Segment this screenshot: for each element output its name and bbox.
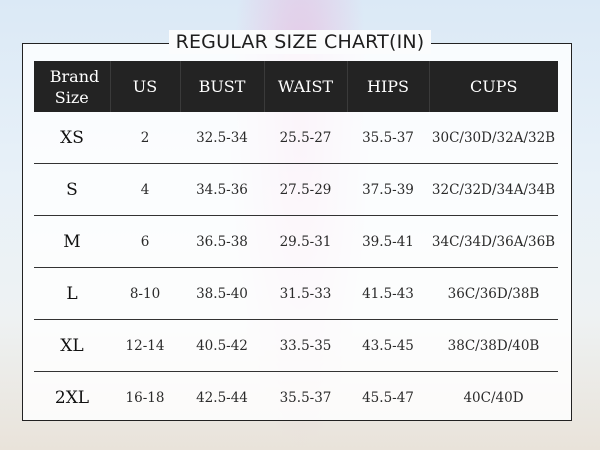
us-cell: 8-10 <box>110 267 180 320</box>
size-cell: XL <box>34 319 110 372</box>
us-cell: 16-18 <box>125 389 165 406</box>
header-row: Brand Size US BUST WAIST HIPS CUPS <box>34 61 558 112</box>
table-row: L 8-10 38.5-40 31.5-33 41.5-43 36C/36D/3… <box>34 267 558 320</box>
waist-cell: 31.5-33 <box>264 267 347 320</box>
waist-cell: 27.5-29 <box>264 163 347 216</box>
table-row: XS 2 32.5-34 25.5-27 35.5-37 30C/30D/32A… <box>34 112 558 164</box>
header-waist: WAIST <box>263 61 347 112</box>
waist-cell: 35.5-37 <box>279 389 332 406</box>
cups-cell: 32C/32D/34A/34B <box>429 163 558 216</box>
cups-cell: 40C/40D <box>463 389 524 406</box>
header-hips: HIPS <box>346 61 429 112</box>
hips-cell: 43.5-45 <box>347 319 429 372</box>
waist-cell: 33.5-35 <box>264 319 347 372</box>
header-bust: BUST <box>179 61 264 112</box>
hips-cell: 41.5-43 <box>347 267 429 320</box>
hips-cell: 37.5-39 <box>347 163 429 216</box>
table-row: XL 12-14 40.5-42 33.5-35 43.5-45 38C/38D… <box>34 319 558 372</box>
bust-cell: 36.5-38 <box>180 215 264 268</box>
table-row: M 6 36.5-38 29.5-31 39.5-41 34C/34D/36A/… <box>34 215 558 268</box>
size-cell: S <box>34 163 110 216</box>
title-wrap: REGULAR SIZE CHART(IN) <box>0 30 600 54</box>
size-cell: L <box>34 267 110 320</box>
waist-cell: 25.5-27 <box>264 112 347 164</box>
header-brand-size-label: Brand Size <box>49 66 100 107</box>
cups-cell: 36C/36D/38B <box>429 267 558 320</box>
size-cell: 2XL <box>54 387 90 408</box>
cups-cell: 38C/38D/40B <box>429 319 558 372</box>
size-cell: XS <box>34 112 110 164</box>
size-chart-title: REGULAR SIZE CHART(IN) <box>168 30 432 54</box>
header-us: US <box>109 61 180 112</box>
header-brand-size: Brand Size <box>34 61 110 112</box>
bust-cell: 38.5-40 <box>180 267 264 320</box>
size-chart-table: Brand Size US BUST WAIST HIPS CUPS XS 2 … <box>34 61 558 423</box>
us-cell: 6 <box>110 215 180 268</box>
cups-cell: 30C/30D/32A/32B <box>429 112 558 164</box>
size-cell: M <box>34 215 110 268</box>
hips-cell: 39.5-41 <box>347 215 429 268</box>
bust-cell: 32.5-34 <box>180 112 264 164</box>
table-row: 2XL 16-18 42.5-44 35.5-37 45.5-47 40C/40… <box>34 372 558 424</box>
table-row: S 4 34.5-36 27.5-29 37.5-39 32C/32D/34A/… <box>34 163 558 216</box>
hips-cell: 45.5-47 <box>362 389 414 406</box>
bust-cell: 42.5-44 <box>196 389 248 406</box>
bust-cell: 34.5-36 <box>180 163 264 216</box>
cups-cell: 34C/34D/36A/36B <box>429 215 558 268</box>
us-cell: 4 <box>110 163 180 216</box>
waist-cell: 29.5-31 <box>264 215 347 268</box>
hips-cell: 35.5-37 <box>347 112 429 164</box>
header-cups: CUPS <box>428 61 558 112</box>
us-cell: 12-14 <box>110 319 180 372</box>
us-cell: 2 <box>110 112 180 164</box>
bust-cell: 40.5-42 <box>180 319 264 372</box>
